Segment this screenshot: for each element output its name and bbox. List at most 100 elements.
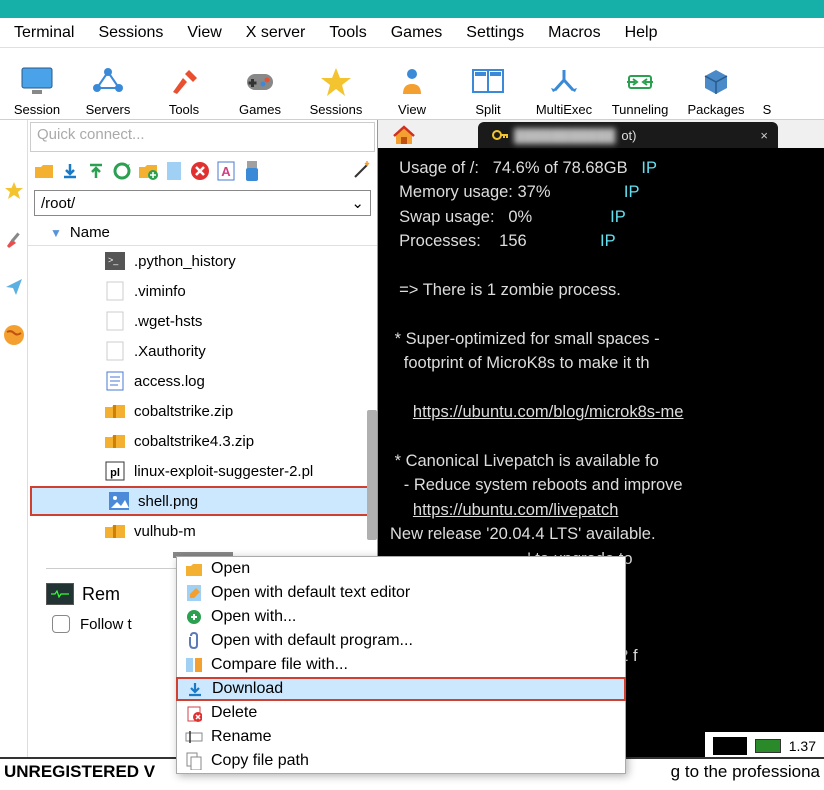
ctx-open[interactable]: Open (177, 557, 625, 581)
refresh-icon[interactable] (110, 159, 134, 183)
file-name: cobaltstrike4.3.zip (134, 433, 254, 450)
toolbar-sessions[interactable]: Sessions (298, 51, 374, 117)
file-row[interactable]: .wget-hsts (28, 306, 377, 336)
quick-connect-input[interactable]: Quick connect... (30, 122, 375, 152)
path-input[interactable]: /root/ ⌄ (34, 190, 371, 216)
remote-label: Rem (82, 584, 120, 605)
file-row[interactable]: cobaltstrike4.3.zip (28, 426, 377, 456)
main-toolbar: Session Servers Tools Games Sessions Vie… (0, 48, 824, 120)
new-file-icon[interactable] (162, 159, 186, 183)
zip-icon (104, 520, 126, 542)
delete-icon[interactable] (188, 159, 212, 183)
tree-header[interactable]: ▼ Name (28, 220, 377, 246)
sort-indicator-icon: ▼ (50, 226, 62, 240)
file-row[interactable]: .viminfo (28, 276, 377, 306)
file-row[interactable]: pl linux-exploit-suggester-2.pl (28, 456, 377, 486)
toolbar-label: Session (14, 102, 60, 117)
close-icon[interactable]: × (760, 128, 768, 143)
person-icon (395, 64, 429, 98)
file-row[interactable]: cobaltstrike.zip (28, 396, 377, 426)
file-row[interactable]: access.log (28, 366, 377, 396)
checkbox-icon[interactable] (52, 615, 70, 633)
ctx-label: Copy file path (211, 752, 309, 770)
toolbar-more[interactable]: S (754, 51, 780, 117)
ctx-compare[interactable]: Compare file with... (177, 653, 625, 677)
unreg-left: UNREGISTERED V (4, 762, 155, 782)
rename-icon (185, 728, 203, 746)
toolbar-label: MultiExec (536, 102, 592, 117)
ctx-open-default[interactable]: Open with default program... (177, 629, 625, 653)
file-row[interactable]: vulhub-m (28, 516, 377, 546)
toolbar-label: Sessions (310, 102, 363, 117)
log-icon (104, 370, 126, 392)
file-name: .Xauthority (134, 343, 206, 360)
ctx-rename[interactable]: Rename (177, 725, 625, 749)
menu-tools[interactable]: Tools (317, 22, 378, 44)
clip-icon (185, 632, 203, 650)
file-icon (104, 310, 126, 332)
menu-games[interactable]: Games (379, 22, 455, 44)
text-icon[interactable]: A (214, 159, 238, 183)
session-tab[interactable]: ███████████ ot) × (478, 122, 778, 148)
ctx-label: Open with default text editor (211, 584, 410, 602)
menu-macros[interactable]: Macros (536, 22, 612, 44)
toolbar-tunneling[interactable]: Tunneling (602, 51, 678, 117)
menu-bar: Terminal Sessions View X server Tools Ga… (0, 18, 824, 48)
split-icon (471, 64, 505, 98)
toolbar-session[interactable]: Session (4, 51, 70, 117)
ctx-open-with[interactable]: Open with... (177, 605, 625, 629)
side-icon-bar (0, 120, 28, 760)
toolbar-games[interactable]: Games (222, 51, 298, 117)
usb-icon[interactable] (240, 159, 264, 183)
new-folder-icon[interactable] (136, 159, 160, 183)
menu-help[interactable]: Help (613, 22, 670, 44)
home-tab[interactable] (386, 122, 422, 148)
ctx-copy-path[interactable]: Copy file path (177, 749, 625, 773)
file-name: vulhub-m (134, 523, 196, 540)
brush-icon[interactable] (3, 228, 25, 250)
svg-text:pl: pl (110, 467, 120, 479)
upload-icon[interactable] (84, 159, 108, 183)
path-text: /root/ (41, 195, 75, 212)
menu-terminal[interactable]: Terminal (2, 22, 86, 44)
scrollbar[interactable] (367, 410, 377, 540)
ctx-delete[interactable]: Delete (177, 701, 625, 725)
chevron-down-icon[interactable]: ⌄ (351, 194, 364, 212)
menu-view[interactable]: View (175, 22, 233, 44)
globe-icon[interactable] (3, 324, 25, 346)
ctx-download[interactable]: Download (176, 677, 626, 701)
toolbar-servers[interactable]: Servers (70, 51, 146, 117)
menu-xserver[interactable]: X server (234, 22, 318, 44)
toolbar-tools[interactable]: Tools (146, 51, 222, 117)
file-row-selected[interactable]: shell.png (30, 486, 375, 516)
menu-settings[interactable]: Settings (454, 22, 536, 44)
file-row[interactable]: .Xauthority (28, 336, 377, 366)
download-icon[interactable] (58, 159, 82, 183)
tab-strip: ███████████ ot) × (378, 120, 824, 148)
terminal-icon: >_ (104, 250, 126, 272)
toolbar-split[interactable]: Split (450, 51, 526, 117)
ctx-label: Open with... (211, 608, 296, 626)
zip-icon (104, 400, 126, 422)
ctx-label: Delete (211, 704, 257, 722)
file-toolbar: A (28, 156, 377, 186)
file-row[interactable]: >_.python_history (28, 246, 377, 276)
context-menu: Open Open with default text editor Open … (176, 556, 626, 774)
file-name: linux-exploit-suggester-2.pl (134, 463, 313, 480)
toolbar-view[interactable]: View (374, 51, 450, 117)
send-icon[interactable] (3, 276, 25, 298)
star-icon[interactable] (3, 180, 25, 202)
ctx-open-text[interactable]: Open with default text editor (177, 581, 625, 605)
toolbar-packages[interactable]: Packages (678, 51, 754, 117)
tunnel-icon (623, 64, 657, 98)
menu-sessions[interactable]: Sessions (86, 22, 175, 44)
folder-up-icon[interactable] (32, 159, 56, 183)
svg-text:A: A (221, 164, 231, 179)
compare-icon (185, 656, 203, 674)
toolbar-multiexec[interactable]: MultiExec (526, 51, 602, 117)
toolbar-label: S (763, 102, 772, 117)
monitor-wave-icon (46, 583, 74, 605)
wand-icon[interactable] (349, 159, 373, 183)
ctx-label: Compare file with... (211, 656, 348, 674)
zip-icon (104, 430, 126, 452)
